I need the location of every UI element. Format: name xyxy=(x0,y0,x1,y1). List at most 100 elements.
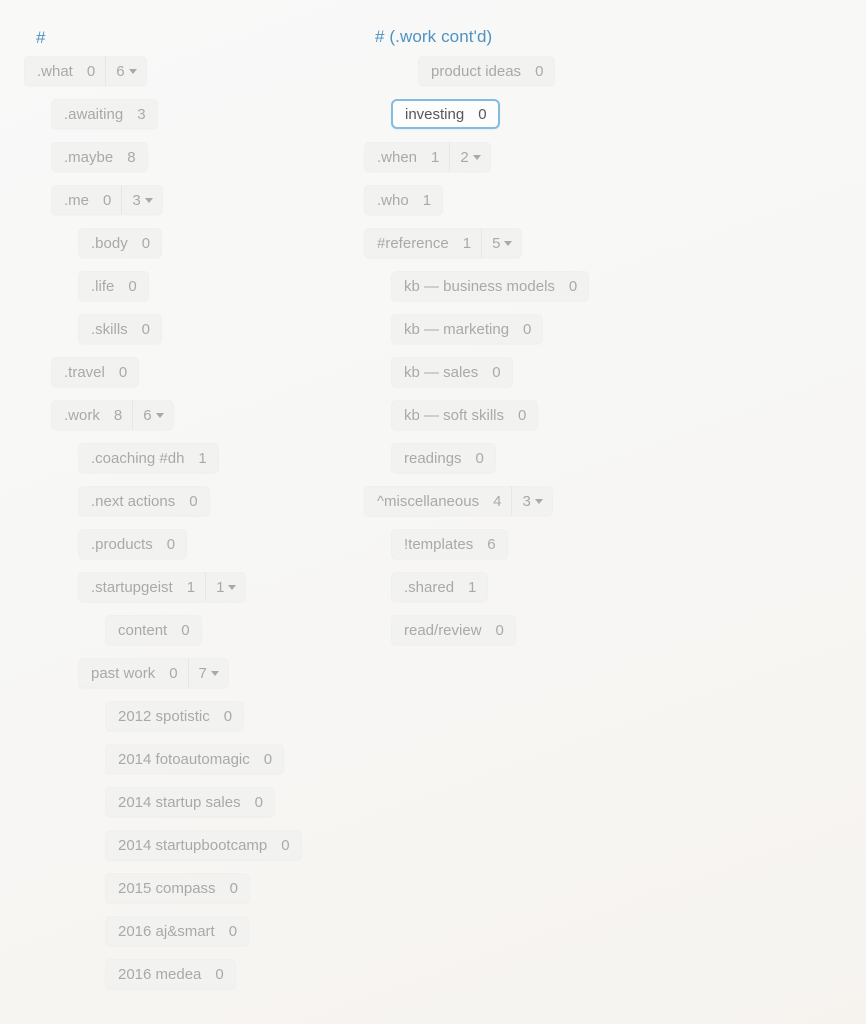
tag-pill[interactable]: #reference 1 xyxy=(364,228,482,258)
tag-pill[interactable]: 2014 startupbootcamp 0 xyxy=(105,830,302,860)
tag-row[interactable]: 2016 medea 0 xyxy=(105,959,236,989)
tag-label: 2012 spotistic xyxy=(118,707,210,725)
tag-row[interactable]: 2015 compass 0 xyxy=(105,873,250,903)
tag-row[interactable]: past work 0 7 xyxy=(78,658,229,688)
tag-pill[interactable]: .when 1 xyxy=(364,142,450,172)
tag-label: .travel xyxy=(64,363,105,381)
column-left-header: # xyxy=(36,28,46,47)
tag-dropdown-count: 6 xyxy=(116,62,125,80)
tag-pill[interactable]: kb — business models 0 xyxy=(391,271,590,301)
tag-row[interactable]: .shared 1 xyxy=(391,572,489,602)
tag-count: 1 xyxy=(198,449,207,467)
tag-row[interactable]: readings 0 xyxy=(391,443,496,473)
tag-row[interactable]: 2014 startup sales 0 xyxy=(105,787,275,817)
tag-pill[interactable]: .work 8 xyxy=(51,400,133,430)
tag-pill[interactable]: .maybe 8 xyxy=(51,142,148,172)
tag-dropdown-button[interactable]: 6 xyxy=(132,400,174,430)
tag-count: 0 xyxy=(86,62,96,80)
tag-row[interactable]: 2014 startupbootcamp 0 xyxy=(105,830,302,860)
tag-label: product ideas xyxy=(431,62,522,80)
tag-row[interactable]: .life 0 xyxy=(78,271,149,301)
tag-dropdown-count: 3 xyxy=(132,191,141,209)
tag-row[interactable]: .products 0 xyxy=(78,529,188,559)
tag-count: 0 xyxy=(166,535,176,553)
tag-row[interactable]: 2012 spotistic 0 xyxy=(105,701,245,731)
tag-row[interactable]: .next actions 0 xyxy=(78,486,210,516)
tag-count: 1 xyxy=(186,578,196,596)
tag-pill[interactable]: investing 0 xyxy=(391,99,500,129)
tag-pill[interactable]: 2016 aj&smart 0 xyxy=(105,916,250,946)
tag-row[interactable]: ^miscellaneous 4 3 xyxy=(364,486,553,516)
tag-pill[interactable]: 2016 medea 0 xyxy=(105,959,236,989)
tag-dropdown-button[interactable]: 7 xyxy=(187,658,229,688)
tag-count: 0 xyxy=(223,707,233,725)
tag-dropdown-button[interactable]: 3 xyxy=(511,486,553,516)
tag-row[interactable]: content 0 xyxy=(105,615,202,645)
tag-pill[interactable]: ^miscellaneous 4 xyxy=(364,486,512,516)
tag-label: kb — sales xyxy=(404,363,479,381)
tag-pill[interactable]: .shared 1 xyxy=(391,572,489,602)
tag-dropdown-count: 1 xyxy=(216,578,225,596)
tag-pill[interactable]: .body 0 xyxy=(78,228,163,258)
tag-row[interactable]: kb — marketing 0 xyxy=(391,314,544,344)
tag-pill[interactable]: .travel 0 xyxy=(51,357,140,387)
tag-pill[interactable]: .awaiting 3 xyxy=(51,99,158,129)
tag-pill[interactable]: .skills 0 xyxy=(78,314,163,344)
tag-pill[interactable]: readings 0 xyxy=(391,443,496,473)
tag-row[interactable]: .travel 0 xyxy=(51,357,140,387)
tag-pill[interactable]: read/review 0 xyxy=(391,615,516,645)
tag-pill[interactable]: kb — marketing 0 xyxy=(391,314,544,344)
tag-row[interactable]: 2016 aj&smart 0 xyxy=(105,916,250,946)
tag-pill[interactable]: product ideas 0 xyxy=(418,56,556,86)
tag-row[interactable]: .work 8 6 xyxy=(51,400,174,430)
tag-row[interactable]: 2014 fotoautomagic 0 xyxy=(105,744,285,774)
tag-row[interactable]: .maybe 8 xyxy=(51,142,148,172)
tag-count: 6 xyxy=(487,535,496,553)
tag-pill[interactable]: .coaching #dh 1 xyxy=(78,443,219,473)
tag-row[interactable]: kb — business models 0 xyxy=(391,271,590,301)
tag-tree-board: # .what 0 6 .awaiting 3 .maybe 8 .me 0 3 .body 0 .li… xyxy=(0,0,866,1024)
tag-row[interactable]: kb — soft skills 0 xyxy=(391,400,539,430)
tag-pill[interactable]: !templates 6 xyxy=(391,529,508,559)
tag-count: 0 xyxy=(228,922,238,940)
tag-row[interactable]: .when 1 2 xyxy=(364,142,491,172)
tag-row[interactable]: .skills 0 xyxy=(78,314,163,344)
tag-pill[interactable]: 2014 startup sales 0 xyxy=(105,787,275,817)
tag-row[interactable]: .what 0 6 xyxy=(24,56,147,86)
tag-dropdown-count: 7 xyxy=(198,664,207,682)
tag-row[interactable]: .body 0 xyxy=(78,228,163,258)
tag-row[interactable]: #reference 1 5 xyxy=(364,228,523,258)
tag-row[interactable]: .startupgeist 1 1 xyxy=(78,572,247,602)
tag-pill[interactable]: .next actions 0 xyxy=(78,486,210,516)
tag-pill[interactable]: past work 0 xyxy=(78,658,188,688)
tag-pill[interactable]: content 0 xyxy=(105,615,202,645)
tag-dropdown-button[interactable]: 1 xyxy=(205,572,247,602)
tag-pill[interactable]: .products 0 xyxy=(78,529,188,559)
tag-row[interactable]: .coaching #dh 1 xyxy=(78,443,219,473)
tag-row[interactable]: kb — sales 0 xyxy=(391,357,513,387)
tag-row[interactable]: product ideas 0 xyxy=(418,56,556,86)
tag-row[interactable]: .awaiting 3 xyxy=(51,99,158,129)
tag-count: 0 xyxy=(254,793,263,811)
tag-row[interactable]: investing 0 xyxy=(391,99,500,129)
tag-dropdown-button[interactable]: 6 xyxy=(105,56,147,86)
tag-pill[interactable]: .who 1 xyxy=(364,185,444,215)
tag-pill[interactable]: 2015 compass 0 xyxy=(105,873,250,903)
tag-count: 0 xyxy=(495,621,504,639)
tag-row[interactable]: .who 1 xyxy=(364,185,444,215)
tag-dropdown-button[interactable]: 5 xyxy=(481,228,523,258)
tag-dropdown-button[interactable]: 2 xyxy=(449,142,491,172)
tag-row[interactable]: !templates 6 xyxy=(391,529,508,559)
tag-pill[interactable]: .startupgeist 1 xyxy=(78,572,206,602)
tag-pill[interactable]: .life 0 xyxy=(78,271,149,301)
tag-pill[interactable]: .me 0 xyxy=(51,185,122,215)
tag-pill[interactable]: kb — soft skills 0 xyxy=(391,400,539,430)
tag-row[interactable]: .me 0 3 xyxy=(51,185,163,215)
tag-row[interactable]: read/review 0 xyxy=(391,615,516,645)
tag-pill[interactable]: 2012 spotistic 0 xyxy=(105,701,245,731)
tag-count: 0 xyxy=(181,621,190,639)
tag-pill[interactable]: 2014 fotoautomagic 0 xyxy=(105,744,285,774)
tag-pill[interactable]: kb — sales 0 xyxy=(391,357,513,387)
tag-pill[interactable]: .what 0 xyxy=(24,56,106,86)
tag-dropdown-button[interactable]: 3 xyxy=(121,185,163,215)
